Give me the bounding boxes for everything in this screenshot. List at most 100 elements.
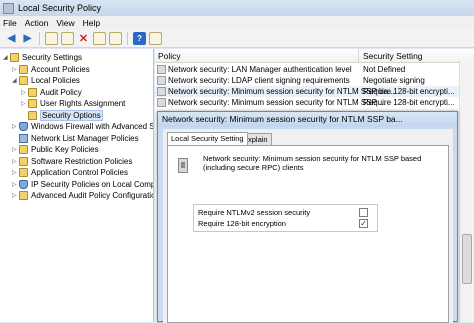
tree-item[interactable]: ▷ IP Security Policies on Local Compute — [12, 179, 154, 190]
tree-item[interactable]: ▷ Account Policies — [12, 64, 90, 75]
delete-icon[interactable]: ✕ — [77, 32, 90, 45]
column-header-policy[interactable]: Policy — [158, 51, 181, 61]
menu-help[interactable]: Help — [83, 18, 100, 28]
policy-setting: Require 128-bit encrypti... — [363, 98, 455, 107]
folder-icon — [19, 168, 28, 177]
folder-icon — [28, 87, 37, 97]
folder-icon — [28, 99, 37, 108]
column-divider[interactable] — [358, 49, 359, 63]
expander-icon[interactable]: ▷ — [12, 123, 19, 130]
expander-icon[interactable]: ▷ — [12, 192, 19, 199]
require-ntlmv2-checkbox[interactable] — [359, 208, 368, 217]
tree-item-label: IP Security Policies on Local Compute — [31, 179, 154, 189]
properties-icon[interactable] — [93, 32, 106, 45]
tree-item-label: Application Control Policies — [31, 168, 128, 177]
expander-icon[interactable]: ▷ — [12, 66, 19, 73]
policy-properties-dialog: Network security: Minimum session securi… — [157, 111, 458, 323]
tree-item-label: Account Policies — [31, 64, 90, 74]
tree-item-label: User Rights Assignment — [40, 99, 126, 108]
policy-name: Network security: LAN Manager authentica… — [168, 65, 352, 74]
expander-icon[interactable]: ▷ — [12, 158, 19, 165]
app-icon — [3, 2, 14, 14]
policy-name: Network security: Minimum session securi… — [168, 98, 386, 107]
menu-file[interactable]: File — [3, 18, 17, 28]
folder-icon — [19, 145, 28, 154]
folder-icon — [28, 110, 37, 120]
tree-item[interactable]: ▷ Audit Policy — [21, 87, 82, 98]
list-row[interactable]: Network security: LDAP client signing re… — [155, 75, 474, 86]
expander-icon[interactable]: ▷ — [12, 169, 19, 176]
scrollbar-thumb[interactable] — [462, 234, 472, 284]
tree-item-label: Advanced Audit Policy Configuration — [31, 191, 154, 200]
shield-icon — [19, 179, 28, 189]
policy-name: Network security: LDAP client signing re… — [168, 76, 350, 85]
window-title: Local Security Policy — [18, 3, 102, 13]
expander-icon[interactable]: ◢ — [12, 77, 19, 84]
shield-icon — [19, 122, 28, 131]
folder-icon — [19, 156, 28, 166]
tree-item-label: Local Policies — [31, 76, 80, 85]
tree-item-label: Security Settings — [22, 53, 83, 62]
folder-icon — [19, 64, 28, 74]
policy-icon — [157, 76, 166, 85]
tree-item-label: Audit Policy — [40, 87, 82, 97]
menu-action[interactable]: Action — [25, 18, 49, 28]
folder-icon — [19, 76, 28, 85]
menu-view[interactable]: View — [56, 18, 74, 28]
export-list-icon[interactable] — [109, 32, 122, 45]
tree-item[interactable]: ▷ User Rights Assignment — [21, 98, 125, 109]
policy-setting: Require 128-bit encrypti... — [363, 87, 455, 96]
tab-panel: Network security: Minimum session securi… — [167, 145, 449, 323]
list-row[interactable]: Network security: LAN Manager authentica… — [155, 64, 474, 75]
forward-arrow-icon[interactable]: ▶ — [21, 32, 34, 45]
expander-icon[interactable]: ▷ — [21, 100, 28, 107]
toolbar-separator — [39, 32, 40, 45]
tree-item[interactable]: ▷ Software Restriction Policies — [12, 156, 132, 167]
expander-icon[interactable]: ◢ — [3, 54, 10, 61]
list-row[interactable]: Network security: Minimum session securi… — [155, 97, 474, 108]
console-icon[interactable] — [149, 32, 162, 45]
policy-icon — [157, 65, 166, 74]
expander-icon[interactable]: ▷ — [12, 146, 19, 153]
tree-item[interactable]: ◢ Local Policies — [12, 75, 80, 86]
expander-icon[interactable]: ▷ — [12, 181, 19, 188]
column-header-security-setting[interactable]: Security Setting — [363, 51, 423, 61]
options-group: Require NTLMv2 session security Require … — [193, 204, 378, 232]
navigation-tree: ◢ Security Settings ▷ Account Policies ◢ Loca… — [0, 49, 154, 322]
tree-item[interactable]: Security Options — [21, 109, 103, 121]
tree-item[interactable]: ◢ Security Settings — [3, 52, 82, 63]
tree-item-label: Public Key Policies — [31, 145, 99, 154]
blue-icon — [19, 133, 28, 143]
tree-item[interactable]: ▷ Advanced Audit Policy Configuration — [12, 190, 154, 201]
up-folder-icon[interactable] — [45, 32, 58, 45]
tree-item-label: Windows Firewall with Advanced Sec — [31, 122, 154, 131]
vertical-scrollbar[interactable] — [459, 60, 474, 322]
expander-icon[interactable]: ▷ — [21, 89, 28, 96]
dialog-title[interactable]: Network security: Minimum session securi… — [158, 112, 457, 127]
folder-icon — [10, 53, 19, 62]
option-label: Require 128-bit encryption — [198, 219, 286, 228]
policy-icon — [157, 98, 166, 107]
policy-setting: Not Defined — [363, 65, 406, 74]
dialog-body: Local Security Setting Explain Network s… — [163, 129, 453, 323]
help-icon[interactable]: ? — [133, 32, 146, 45]
policy-description: Network security: Minimum session securi… — [203, 154, 422, 172]
tab-local-security-setting[interactable]: Local Security Setting — [167, 132, 248, 145]
list-header: Policy Security Setting — [155, 49, 474, 63]
list-row[interactable]: Network security: Minimum session securi… — [155, 86, 474, 97]
folder-icon — [19, 191, 28, 200]
back-arrow-icon[interactable]: ◀ — [5, 32, 18, 45]
tree-item[interactable]: ▷ Windows Firewall with Advanced Sec — [12, 121, 154, 132]
tree-item[interactable]: ▷ Public Key Policies — [12, 144, 99, 155]
tree-item-label: Network List Manager Policies — [31, 133, 139, 143]
menu-bar: File Action View Help — [0, 16, 474, 30]
policy-setting: Negotiate signing — [363, 76, 425, 85]
tree-item-label: Security Options — [40, 109, 103, 121]
tree-item[interactable]: ▷ Application Control Policies — [12, 167, 128, 178]
show-tree-icon[interactable] — [61, 32, 74, 45]
tree-item[interactable]: Network List Manager Policies — [12, 133, 139, 144]
policy-icon — [157, 87, 166, 96]
toolbar: ◀ ▶ ✕ ? — [0, 30, 474, 48]
policy-name: Network security: Minimum session securi… — [168, 87, 395, 96]
require-128bit-checkbox[interactable]: ✓ — [359, 219, 368, 228]
